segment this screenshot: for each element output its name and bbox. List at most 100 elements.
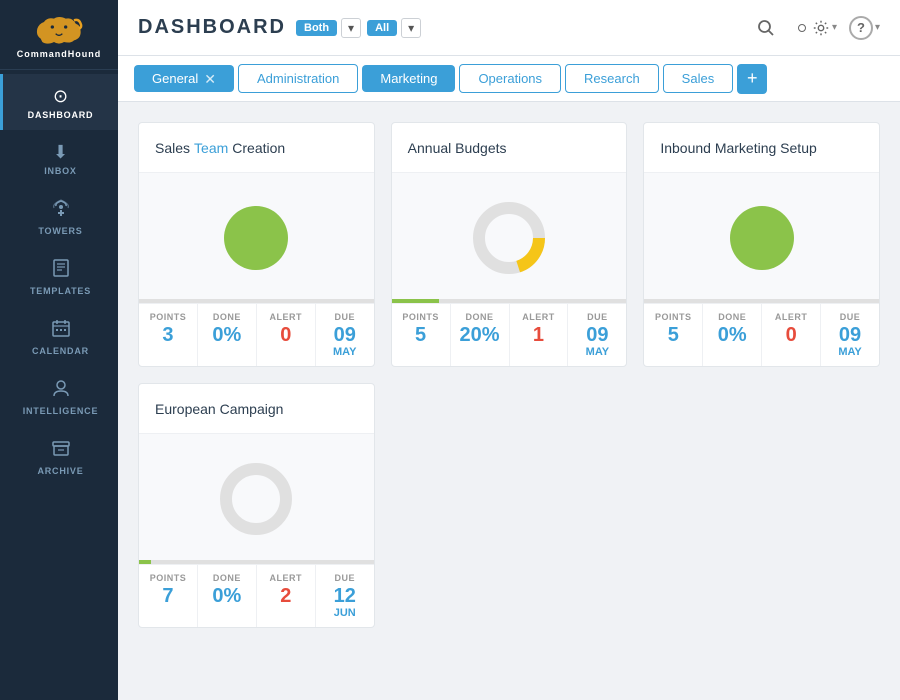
tab-operations[interactable]: Operations [459,64,561,93]
settings-button[interactable]: ▾ [792,18,837,38]
sidebar-label-calendar: CALENDAR [32,346,89,356]
card-sales-team-creation-header: Sales Team Creation [139,123,374,173]
stat-alert-2: ALERT 1 [510,304,569,366]
sidebar: CommandHound ⊙ DASHBOARD ⬇ INBOX TOWERS … [0,0,118,700]
stat-value-alert-2: 1 [533,324,544,347]
stat-label-alert-2: ALERT [522,312,555,322]
header-dropdown-all[interactable]: ▾ [401,18,421,38]
due-value-2: 09 MAY [586,324,609,358]
due-value-1: 09 MAY [333,324,356,358]
stat-due-4: DUE 12 JUN [316,565,374,627]
tab-add-button[interactable]: + [737,64,767,94]
due-day-1: 09 [334,324,356,346]
card-european-campaign: European Campaign POINTS 7 [138,383,375,628]
stat-done-2: DONE 20% [451,304,510,366]
stat-label-done-1: DONE [213,312,241,322]
stat-label-points-2: POINTS [402,312,439,322]
stat-label-done-2: DONE [466,312,494,322]
search-button[interactable] [748,10,784,46]
help-arrow: ▾ [875,22,880,33]
stat-done-4: DONE 0% [198,565,257,627]
card-inbound-marketing-visual [644,173,879,303]
main-content: Sales Team Creation POINTS 3 DONE 0% [118,102,900,700]
stat-points-2: POINTS 5 [392,304,451,366]
sidebar-item-towers[interactable]: TOWERS [0,186,118,246]
sidebar-item-archive[interactable]: ARCHIVE [0,426,118,486]
tab-sales[interactable]: Sales [663,64,734,93]
tab-general-label: General [152,71,198,86]
card-sales-team-creation-visual [139,173,374,303]
card-stats-4: POINTS 7 DONE 0% ALERT 2 DUE 12 [139,564,374,627]
sidebar-item-inbox[interactable]: ⬇ INBOX [0,130,118,186]
header-badge-both[interactable]: Both [296,20,337,36]
cards-grid-top: Sales Team Creation POINTS 3 DONE 0% [138,122,880,367]
card-stats-3: POINTS 5 DONE 0% ALERT 0 DUE 09 [644,303,879,366]
stat-value-alert-4: 2 [280,585,291,608]
sidebar-logo: CommandHound [0,0,118,70]
towers-icon [51,198,71,223]
due-value-4: 12 JUN [334,585,356,619]
stat-label-points-1: POINTS [150,312,187,322]
stat-value-done-3: 0% [718,324,747,347]
due-day-3: 09 [839,324,861,346]
tab-marketing-label: Marketing [380,71,437,86]
due-month-3: MAY [838,346,861,358]
tab-research[interactable]: Research [565,64,659,93]
stat-done-1: DONE 0% [198,304,257,366]
sidebar-label-archive: ARCHIVE [37,466,83,476]
stat-value-points-2: 5 [415,324,426,347]
due-day-4: 12 [334,585,356,607]
due-day-2: 09 [586,324,608,346]
archive-icon [51,438,71,463]
tab-general[interactable]: General ✕ [134,65,234,92]
due-value-3: 09 MAY [838,324,861,358]
header-dropdown-both[interactable]: ▾ [341,18,361,38]
card-annual-budgets-visual [392,173,627,303]
inbox-icon: ⬇ [53,142,68,163]
stat-label-done-4: DONE [213,573,241,583]
donut-chart-annual [469,198,549,278]
tab-general-close[interactable]: ✕ [204,72,216,86]
stat-label-due-4: DUE [334,573,355,583]
sidebar-label-templates: TEMPLATES [30,286,91,296]
stat-due-3: DUE 09 MAY [821,304,879,366]
progress-bar-1 [139,299,374,303]
stat-done-3: DONE 0% [703,304,762,366]
intelligence-icon [51,378,71,403]
sidebar-item-intelligence[interactable]: INTELLIGENCE [0,366,118,426]
stat-label-done-3: DONE [718,312,746,322]
card-stats-2: POINTS 5 DONE 20% ALERT 1 DUE 09 [392,303,627,366]
tab-sales-label: Sales [682,71,715,86]
tab-add-icon: + [747,68,758,89]
help-button[interactable]: ? ▾ [849,16,880,40]
sidebar-item-dashboard[interactable]: ⊙ DASHBOARD [0,74,118,130]
stat-points-1: POINTS 3 [139,304,198,366]
card-title-highlight: Team [194,140,228,156]
card-stats-1: POINTS 3 DONE 0% ALERT 0 DUE 09 [139,303,374,366]
card-annual-budgets: Annual Budgets POINTS 5 [391,122,628,367]
progress-bar-2 [392,299,627,303]
stat-label-alert-1: ALERT [270,312,303,322]
templates-icon [51,258,71,283]
stat-alert-1: ALERT 0 [257,304,316,366]
sidebar-item-templates[interactable]: TEMPLATES [0,246,118,306]
stat-label-due-1: DUE [334,312,355,322]
card-european-campaign-header: European Campaign [139,384,374,434]
sidebar-label-towers: TOWERS [38,226,82,236]
tab-marketing[interactable]: Marketing [362,65,455,92]
header: DASHBOARD Both ▾ All ▾ ▾ ? ▾ [118,0,900,56]
dashboard-icon: ⊙ [53,86,68,107]
stat-value-points-3: 5 [668,324,679,347]
header-badge-all[interactable]: All [367,20,397,36]
stat-label-points-4: POINTS [150,573,187,583]
sidebar-label-dashboard: DASHBOARD [28,110,94,120]
stat-points-3: POINTS 5 [644,304,703,366]
sidebar-item-calendar[interactable]: CALENDAR [0,306,118,366]
card-european-campaign-visual [139,434,374,564]
stat-value-alert-1: 0 [280,324,291,347]
tab-administration[interactable]: Administration [238,64,358,93]
stat-value-done-1: 0% [212,324,241,347]
tabs-bar: General ✕ Administration Marketing Opera… [118,56,900,102]
stat-value-done-2: 20% [460,324,500,347]
sidebar-label-intelligence: INTELLIGENCE [23,406,99,416]
